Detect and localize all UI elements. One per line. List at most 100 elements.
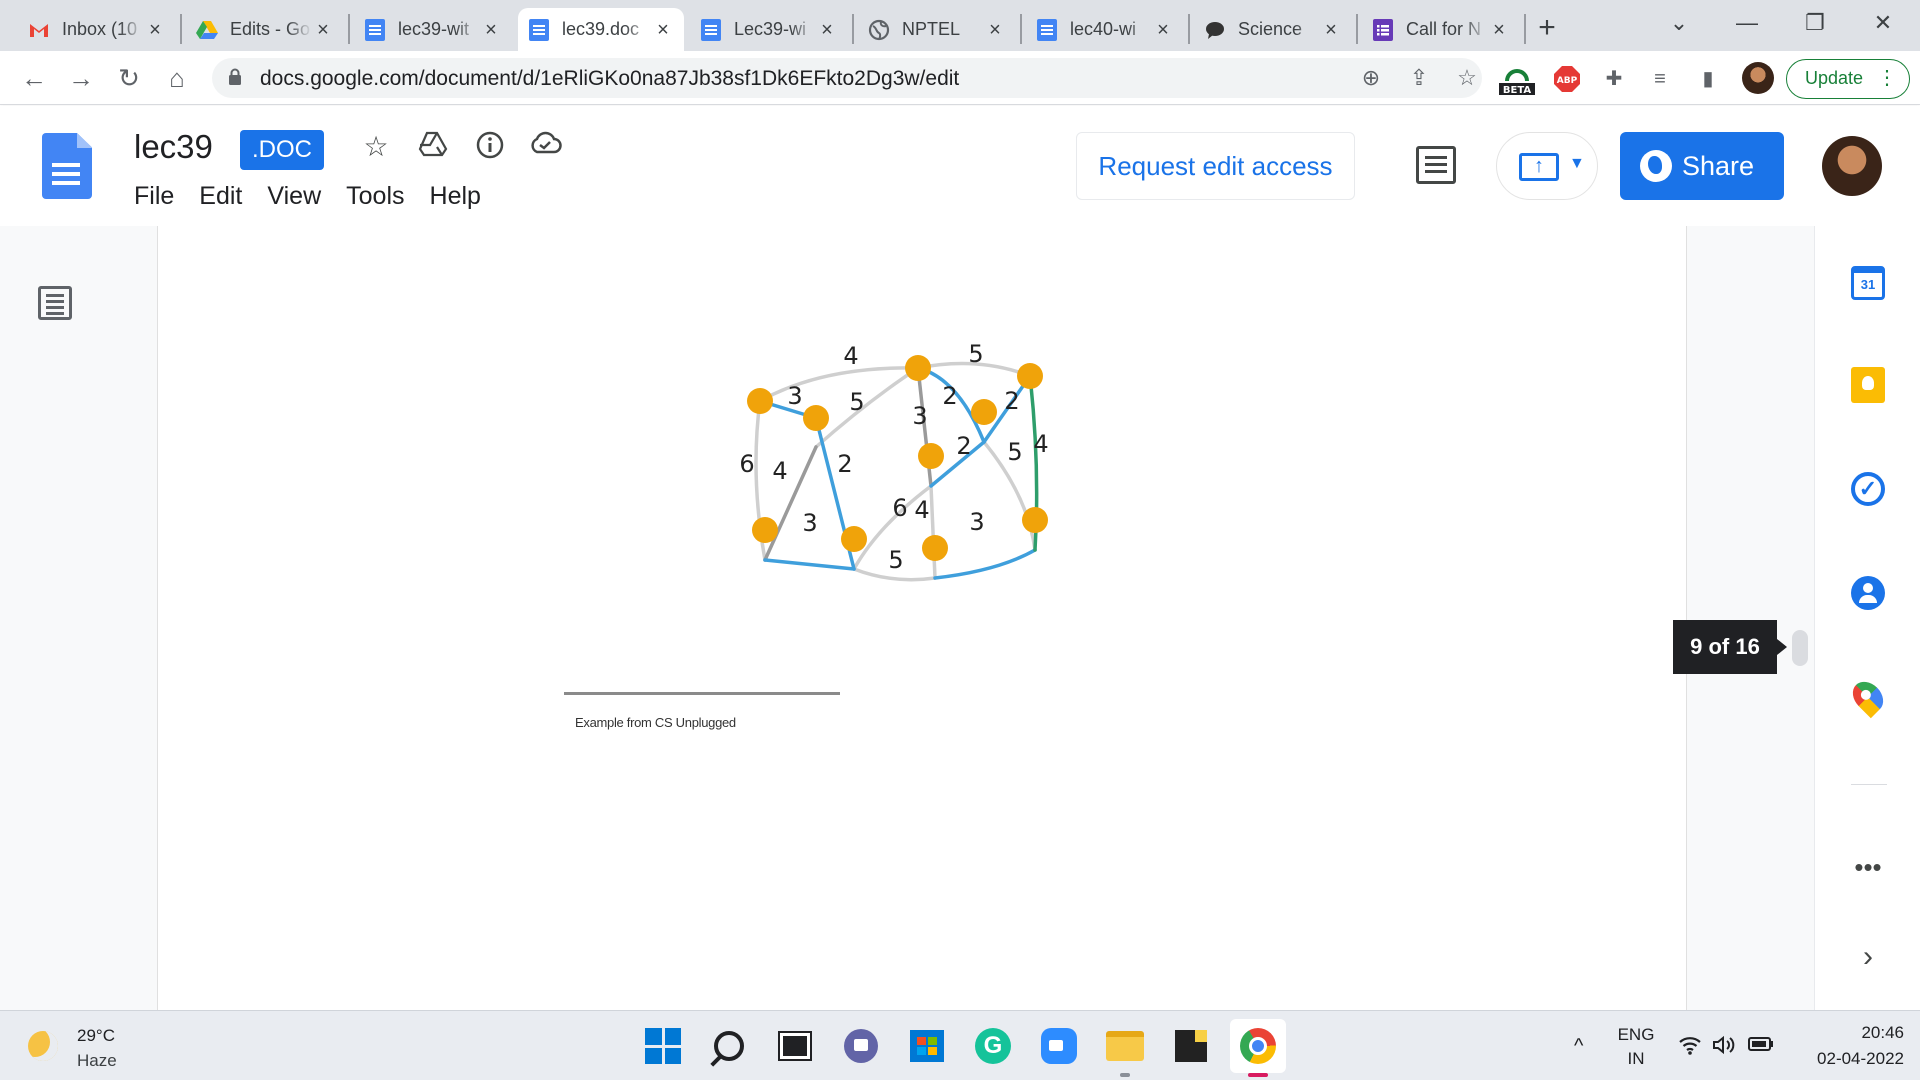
back-button[interactable]: ← [17, 61, 51, 95]
grammarly-icon[interactable]: G [972, 1025, 1014, 1067]
close-icon[interactable]: × [984, 19, 1006, 41]
tab-edits[interactable]: Edits - Go × [186, 8, 344, 51]
reload-button[interactable]: ↻ [112, 61, 146, 95]
windows-start-icon[interactable] [642, 1025, 684, 1067]
share-page-icon[interactable]: ⇪ [1404, 63, 1434, 93]
close-window-button[interactable]: ✕ [1860, 8, 1906, 38]
present-button[interactable]: ↑ ▼ [1496, 132, 1598, 200]
graph-node [922, 535, 948, 561]
new-tab-button[interactable]: + [1530, 12, 1564, 46]
menu-file[interactable]: File [134, 182, 174, 211]
profile-avatar[interactable] [1742, 62, 1774, 94]
add-to-drive-icon[interactable] [416, 130, 450, 164]
comments-icon[interactable] [1416, 146, 1456, 184]
wifi-icon[interactable] [1678, 1035, 1702, 1061]
tab-search-chevron-icon[interactable]: ⌄ [1656, 8, 1702, 38]
sticky-notes-icon[interactable] [1170, 1025, 1212, 1067]
tab-title: Inbox (10 [62, 19, 138, 39]
document-outline-icon[interactable] [38, 286, 72, 320]
google-docs-logo-icon[interactable] [42, 133, 92, 199]
microsoft-store-icon[interactable] [906, 1025, 948, 1067]
forward-button[interactable]: → [64, 61, 98, 95]
keep-icon[interactable] [1849, 366, 1887, 404]
tab-inbox[interactable]: Inbox (10 × [18, 8, 176, 51]
request-edit-access-button[interactable]: Request edit access [1076, 132, 1355, 200]
tab-call-for[interactable]: Call for N × [1362, 8, 1520, 51]
graph-node [971, 399, 997, 425]
more-horiz-icon[interactable]: ••• [1849, 852, 1887, 883]
graph-node [752, 517, 778, 543]
weather-moon-icon[interactable] [28, 1031, 58, 1061]
tab-title: NPTEL [902, 19, 961, 39]
info-icon[interactable] [473, 130, 507, 164]
document-title[interactable]: lec39 [134, 128, 213, 166]
chrome-icon[interactable] [1237, 1025, 1279, 1067]
account-avatar[interactable] [1822, 136, 1882, 196]
edge-weight-label: 4 [914, 496, 929, 524]
tab-title: lec40-wi [1070, 19, 1137, 39]
zoom-icon[interactable]: ⊕ [1356, 63, 1386, 93]
restore-button[interactable]: ❐ [1792, 8, 1838, 38]
graph-node [1017, 363, 1043, 389]
tab-title: Edits - Go [230, 19, 311, 39]
close-icon[interactable]: × [1320, 19, 1342, 41]
close-icon[interactable]: × [1488, 19, 1510, 41]
tab-lec39-wi[interactable]: Lec39-wi × [690, 8, 848, 51]
close-icon[interactable]: × [312, 19, 334, 41]
docs-icon [528, 18, 550, 41]
volume-icon[interactable] [1712, 1035, 1736, 1061]
search-icon[interactable] [708, 1025, 750, 1067]
show-hidden-icons-chevron-icon[interactable]: ^ [1574, 1035, 1583, 1058]
weather-description[interactable]: Haze [77, 1051, 117, 1071]
side-panel-icon[interactable]: ▮ [1694, 65, 1722, 93]
graph-edge [933, 548, 1037, 580]
tab-science[interactable]: Science × [1194, 8, 1352, 51]
tab-lec40-wi[interactable]: lec40-wi × [1026, 8, 1184, 51]
language-indicator-bottom[interactable]: IN [1616, 1049, 1656, 1069]
adblock-extension-icon[interactable]: ABP [1553, 65, 1581, 93]
clock-time[interactable]: 20:46 [1794, 1023, 1904, 1043]
scrollbar-thumb[interactable] [1792, 630, 1808, 666]
maps-icon[interactable] [1846, 675, 1890, 719]
teams-chat-icon[interactable] [840, 1025, 882, 1067]
clock-date[interactable]: 02-04-2022 [1794, 1049, 1904, 1069]
chevron-right-icon[interactable]: › [1849, 940, 1887, 974]
bookmark-star-icon[interactable]: ☆ [1452, 63, 1482, 93]
close-icon[interactable]: × [144, 19, 166, 41]
close-icon[interactable]: × [816, 19, 838, 41]
close-icon[interactable]: × [480, 19, 502, 41]
contacts-icon[interactable] [1849, 574, 1887, 612]
menu-view[interactable]: View [267, 182, 321, 211]
reading-list-icon[interactable]: ≡ [1646, 65, 1674, 93]
menu-edit[interactable]: Edit [199, 182, 242, 211]
tasks-icon[interactable]: ✓ [1849, 470, 1887, 508]
calendar-icon[interactable]: 31 [1849, 264, 1887, 302]
tab-lec39-wit[interactable]: lec39-wit × [354, 8, 512, 51]
task-view-icon[interactable] [774, 1025, 816, 1067]
weather-temperature[interactable]: 29°C [77, 1026, 115, 1046]
menu-tools[interactable]: Tools [346, 182, 404, 211]
menu-help[interactable]: Help [430, 182, 481, 211]
tab-lec39-doc[interactable]: lec39.doc × [518, 8, 684, 51]
home-button[interactable]: ⌂ [160, 61, 194, 95]
close-icon[interactable]: × [652, 19, 674, 41]
file-explorer-icon[interactable] [1104, 1025, 1146, 1067]
update-button[interactable]: Update ⋮ [1786, 59, 1910, 99]
cloud-saved-icon[interactable] [528, 130, 562, 164]
address-bar[interactable]: docs.google.com/document/d/1eRliGKo0na87… [212, 58, 1482, 98]
edge-weight-label: 3 [912, 402, 927, 430]
language-indicator-top[interactable]: ENG [1616, 1025, 1656, 1045]
close-icon[interactable]: × [1152, 19, 1174, 41]
share-button[interactable]: Share [1620, 132, 1784, 200]
tab-divider [1188, 14, 1190, 44]
zoom-app-icon[interactable] [1038, 1025, 1080, 1067]
tab-nptel[interactable]: NPTEL × [858, 8, 1016, 51]
running-app-indicator [1120, 1073, 1130, 1077]
beta-extension-icon[interactable]: BETA [1497, 65, 1537, 96]
minimize-button[interactable]: — [1724, 8, 1770, 38]
extensions-puzzle-icon[interactable]: ✚ [1600, 65, 1628, 93]
star-icon[interactable]: ☆ [359, 130, 393, 164]
battery-icon[interactable] [1748, 1035, 1774, 1058]
edge-weight-label: 4 [843, 342, 858, 370]
footnote-text: Example from CS Unplugged [575, 715, 736, 730]
